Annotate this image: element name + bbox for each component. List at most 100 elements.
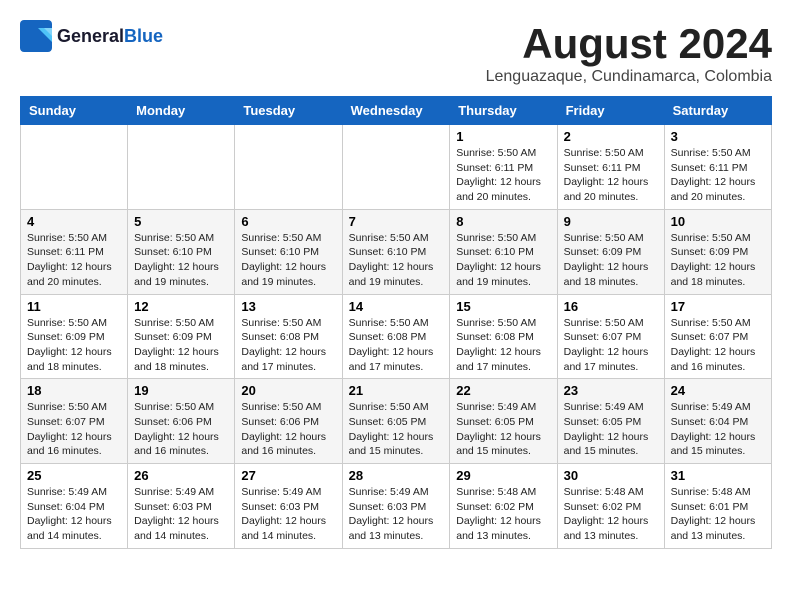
calendar-cell <box>128 125 235 210</box>
day-number: 14 <box>349 299 444 314</box>
calendar-cell: 9 Sunrise: 5:50 AM Sunset: 6:09 PM Daylig… <box>557 209 664 294</box>
header-monday: Monday <box>128 97 235 125</box>
day-number: 4 <box>27 214 121 229</box>
day-number: 12 <box>134 299 228 314</box>
header-wednesday: Wednesday <box>342 97 450 125</box>
title-section: August 2024 Lenguazaque, Cundinamarca, C… <box>486 20 772 86</box>
header-thursday: Thursday <box>450 97 557 125</box>
calendar-cell: 22 Sunrise: 5:49 AM Sunset: 6:05 PM Dayli… <box>450 379 557 464</box>
day-number: 18 <box>27 383 121 398</box>
day-info: Sunrise: 5:50 AM Sunset: 6:06 PM Dayligh… <box>241 400 335 459</box>
calendar-cell: 25 Sunrise: 5:49 AM Sunset: 6:04 PM Dayli… <box>21 464 128 549</box>
day-number: 19 <box>134 383 228 398</box>
day-number: 17 <box>671 299 765 314</box>
day-info: Sunrise: 5:50 AM Sunset: 6:06 PM Dayligh… <box>134 400 228 459</box>
day-info: Sunrise: 5:50 AM Sunset: 6:09 PM Dayligh… <box>564 231 658 290</box>
calendar-cell: 21Sunrise: 5:50 AM Sunset: 6:05 PM Dayli… <box>342 379 450 464</box>
day-number: 5 <box>134 214 228 229</box>
header-friday: Friday <box>557 97 664 125</box>
day-number: 26 <box>134 468 228 483</box>
calendar-cell: 26Sunrise: 5:49 AM Sunset: 6:03 PM Dayli… <box>128 464 235 549</box>
day-number: 6 <box>241 214 335 229</box>
day-info: Sunrise: 5:49 AM Sunset: 6:03 PM Dayligh… <box>349 485 444 544</box>
calendar-cell: 3 Sunrise: 5:50 AM Sunset: 6:11 PM Daylig… <box>664 125 771 210</box>
calendar-cell: 11 Sunrise: 5:50 AM Sunset: 6:09 PM Dayli… <box>21 294 128 379</box>
day-info: Sunrise: 5:49 AM Sunset: 6:03 PM Dayligh… <box>241 485 335 544</box>
calendar-cell <box>342 125 450 210</box>
calendar-cell: 6 Sunrise: 5:50 AM Sunset: 6:10 PM Daylig… <box>235 209 342 294</box>
day-info: Sunrise: 5:50 AM Sunset: 6:07 PM Dayligh… <box>27 400 121 459</box>
day-info: Sunrise: 5:50 AM Sunset: 6:08 PM Dayligh… <box>349 316 444 375</box>
day-info: Sunrise: 5:50 AM Sunset: 6:05 PM Dayligh… <box>349 400 444 459</box>
header-tuesday: Tuesday <box>235 97 342 125</box>
calendar-cell: 17 Sunrise: 5:50 AM Sunset: 6:07 PM Dayli… <box>664 294 771 379</box>
day-number: 24 <box>671 383 765 398</box>
calendar-cell: 5 Sunrise: 5:50 AM Sunset: 6:10 PM Daylig… <box>128 209 235 294</box>
calendar-cell: 12 Sunrise: 5:50 AM Sunset: 6:09 PM Dayli… <box>128 294 235 379</box>
day-number: 15 <box>456 299 550 314</box>
calendar-cell: 10Sunrise: 5:50 AM Sunset: 6:09 PM Dayli… <box>664 209 771 294</box>
calendar-cell: 2 Sunrise: 5:50 AM Sunset: 6:11 PM Daylig… <box>557 125 664 210</box>
day-number: 27 <box>241 468 335 483</box>
day-number: 30 <box>564 468 658 483</box>
calendar-body: 1 Sunrise: 5:50 AM Sunset: 6:11 PM Daylig… <box>21 125 772 549</box>
day-number: 16 <box>564 299 658 314</box>
day-number: 31 <box>671 468 765 483</box>
day-number: 11 <box>27 299 121 314</box>
day-info: Sunrise: 5:50 AM Sunset: 6:10 PM Dayligh… <box>456 231 550 290</box>
calendar-cell: 8Sunrise: 5:50 AM Sunset: 6:10 PM Daylig… <box>450 209 557 294</box>
week-row-4: 18 Sunrise: 5:50 AM Sunset: 6:07 PM Dayli… <box>21 379 772 464</box>
calendar-cell: 27 Sunrise: 5:49 AM Sunset: 6:03 PM Dayli… <box>235 464 342 549</box>
header-sunday: Sunday <box>21 97 128 125</box>
day-info: Sunrise: 5:48 AM Sunset: 6:01 PM Dayligh… <box>671 485 765 544</box>
week-row-3: 11 Sunrise: 5:50 AM Sunset: 6:09 PM Dayli… <box>21 294 772 379</box>
day-info: Sunrise: 5:49 AM Sunset: 6:04 PM Dayligh… <box>27 485 121 544</box>
day-info: Sunrise: 5:50 AM Sunset: 6:11 PM Dayligh… <box>671 146 765 205</box>
calendar-cell: 13Sunrise: 5:50 AM Sunset: 6:08 PM Dayli… <box>235 294 342 379</box>
day-info: Sunrise: 5:50 AM Sunset: 6:09 PM Dayligh… <box>27 316 121 375</box>
calendar-cell: 29Sunrise: 5:48 AM Sunset: 6:02 PM Dayli… <box>450 464 557 549</box>
week-row-1: 1 Sunrise: 5:50 AM Sunset: 6:11 PM Daylig… <box>21 125 772 210</box>
calendar-table: SundayMondayTuesdayWednesdayThursdayFrid… <box>20 96 772 549</box>
day-info: Sunrise: 5:50 AM Sunset: 6:10 PM Dayligh… <box>241 231 335 290</box>
day-info: Sunrise: 5:50 AM Sunset: 6:09 PM Dayligh… <box>134 316 228 375</box>
calendar-cell: 31 Sunrise: 5:48 AM Sunset: 6:01 PM Dayli… <box>664 464 771 549</box>
day-info: Sunrise: 5:48 AM Sunset: 6:02 PM Dayligh… <box>456 485 550 544</box>
calendar-cell: 1Sunrise: 5:50 AM Sunset: 6:11 PM Daylig… <box>450 125 557 210</box>
day-number: 7 <box>349 214 444 229</box>
location-subtitle: Lenguazaque, Cundinamarca, Colombia <box>486 68 772 86</box>
day-info: Sunrise: 5:48 AM Sunset: 6:02 PM Dayligh… <box>564 485 658 544</box>
day-info: Sunrise: 5:50 AM Sunset: 6:08 PM Dayligh… <box>241 316 335 375</box>
day-number: 20 <box>241 383 335 398</box>
day-info: Sunrise: 5:49 AM Sunset: 6:04 PM Dayligh… <box>671 400 765 459</box>
calendar-cell <box>235 125 342 210</box>
logo-icon <box>20 20 52 52</box>
day-info: Sunrise: 5:49 AM Sunset: 6:05 PM Dayligh… <box>564 400 658 459</box>
week-row-5: 25 Sunrise: 5:49 AM Sunset: 6:04 PM Dayli… <box>21 464 772 549</box>
calendar-cell: 23Sunrise: 5:49 AM Sunset: 6:05 PM Dayli… <box>557 379 664 464</box>
logo-general: General <box>57 26 124 47</box>
month-title: August 2024 <box>486 20 772 68</box>
day-info: Sunrise: 5:50 AM Sunset: 6:07 PM Dayligh… <box>671 316 765 375</box>
day-info: Sunrise: 5:50 AM Sunset: 6:10 PM Dayligh… <box>349 231 444 290</box>
day-number: 3 <box>671 129 765 144</box>
day-info: Sunrise: 5:50 AM Sunset: 6:11 PM Dayligh… <box>564 146 658 205</box>
calendar-cell: 19 Sunrise: 5:50 AM Sunset: 6:06 PM Dayli… <box>128 379 235 464</box>
calendar-header: SundayMondayTuesdayWednesdayThursdayFrid… <box>21 97 772 125</box>
calendar-cell: 15Sunrise: 5:50 AM Sunset: 6:08 PM Dayli… <box>450 294 557 379</box>
calendar-cell <box>21 125 128 210</box>
header-row: SundayMondayTuesdayWednesdayThursdayFrid… <box>21 97 772 125</box>
day-number: 9 <box>564 214 658 229</box>
day-number: 28 <box>349 468 444 483</box>
day-number: 22 <box>456 383 550 398</box>
calendar-cell: 18 Sunrise: 5:50 AM Sunset: 6:07 PM Dayli… <box>21 379 128 464</box>
day-info: Sunrise: 5:50 AM Sunset: 6:10 PM Dayligh… <box>134 231 228 290</box>
day-info: Sunrise: 5:50 AM Sunset: 6:09 PM Dayligh… <box>671 231 765 290</box>
day-info: Sunrise: 5:50 AM Sunset: 6:07 PM Dayligh… <box>564 316 658 375</box>
day-info: Sunrise: 5:49 AM Sunset: 6:05 PM Dayligh… <box>456 400 550 459</box>
logo-blue: Blue <box>124 26 163 47</box>
day-number: 2 <box>564 129 658 144</box>
day-number: 25 <box>27 468 121 483</box>
day-number: 1 <box>456 129 550 144</box>
calendar-cell: 30 Sunrise: 5:48 AM Sunset: 6:02 PM Dayli… <box>557 464 664 549</box>
